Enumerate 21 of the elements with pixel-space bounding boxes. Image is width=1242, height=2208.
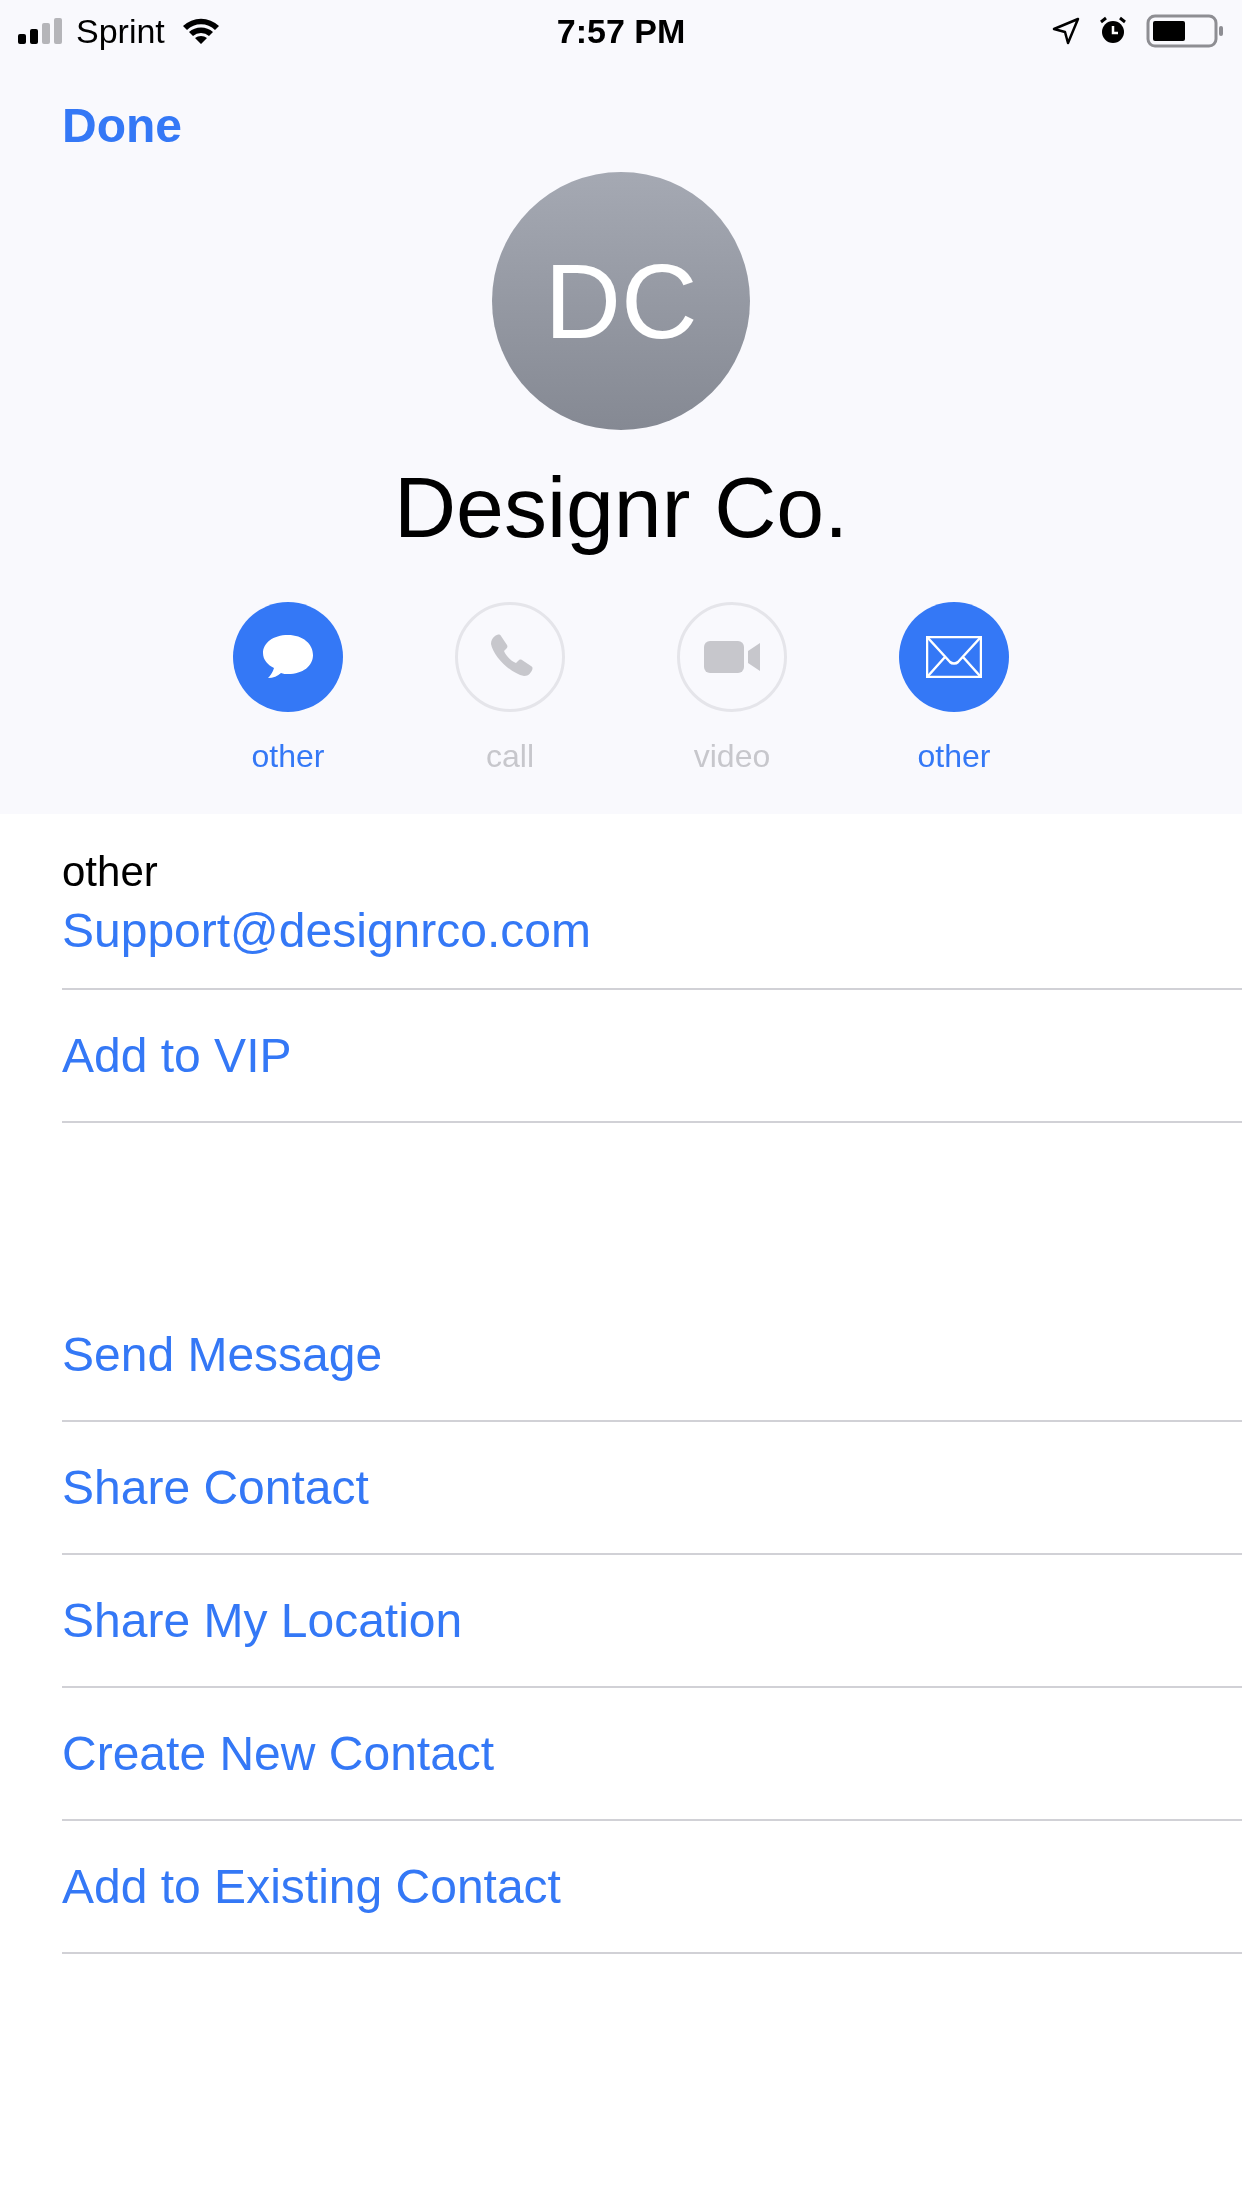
action-label: other [917,737,991,776]
clock-time: 7:57 PM [556,10,686,52]
email-address[interactable]: Support@designrco.com [62,900,1242,962]
email-label: other [62,847,159,897]
contact-option[interactable]: Create New Contact [62,1717,495,1790]
alarm-clock-icon [1098,16,1128,46]
carrier-name: Sprint [76,10,165,52]
contact-option[interactable]: Share Contact [62,1451,369,1524]
location-arrow-icon [1052,17,1080,45]
action-label: other [251,737,325,776]
avatar: DC [492,172,750,430]
contact-name: Designr Co. [393,458,849,557]
contact-option[interactable]: Send Message [62,1318,383,1391]
signal-icon [18,18,64,44]
contact-option[interactable]: Add to Existing Contact [62,1850,561,1923]
contact-option[interactable]: Share My Location [62,1584,463,1657]
speech-bubble-icon [260,633,316,681]
done-button[interactable]: Done [62,90,182,162]
envelope-icon [926,636,982,678]
add-to-vip-link[interactable]: Add to VIP [62,1019,292,1092]
battery-icon [1146,14,1224,48]
